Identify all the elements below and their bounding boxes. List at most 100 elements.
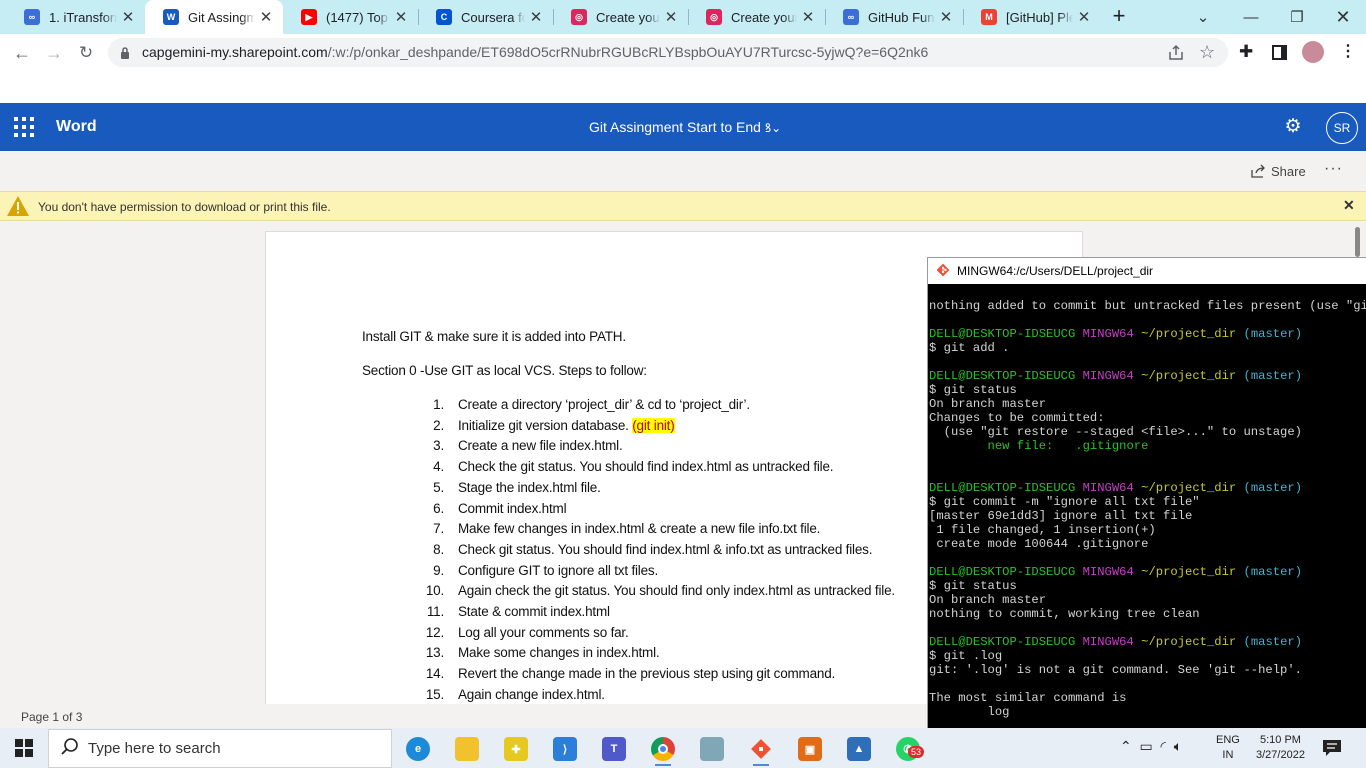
taskbar-chrome[interactable] [643, 732, 683, 766]
terminal-line: (use "git restore --staged <file>..." to… [929, 425, 1302, 439]
settings-gear-icon[interactable]: ⚙ [1283, 117, 1303, 137]
dismiss-warning-icon[interactable]: ✕ [1343, 197, 1355, 214]
lock-icon[interactable] [120, 46, 130, 60]
taskbar-photos[interactable]: ▲ [839, 732, 879, 766]
taskbar-edge[interactable]: e [398, 732, 438, 766]
step-text: Make some changes in index.html. [458, 645, 660, 660]
step-number: 5. [433, 480, 444, 495]
step-number: 14. [425, 666, 444, 681]
search-placeholder: Type here to search [88, 740, 221, 757]
terminal-line: On branch master [929, 397, 1047, 411]
bookmark-star-icon[interactable]: ☆ [1199, 42, 1215, 63]
taskbar-teams-addin[interactable]: ✚ [496, 732, 536, 766]
url-path: /:w:/p/onkar_deshpande/ET698dO5crRNubrRG… [327, 44, 929, 60]
browser-tab[interactable]: C Coursera for✕ [418, 0, 553, 34]
close-tab-icon[interactable]: ✕ [660, 8, 682, 26]
terminal-line: nothing added to commit but untracked fi… [929, 299, 1366, 313]
step-text: Log all your comments so far. [458, 625, 629, 640]
taskbar-onedrive-app[interactable] [692, 732, 732, 766]
start-button[interactable] [0, 728, 48, 768]
volume-icon[interactable]: 🔈︎ [1174, 738, 1182, 754]
terminal-line: $ git commit -m "ignore all txt file" [929, 495, 1200, 509]
close-tab-icon[interactable]: ✕ [1073, 8, 1095, 26]
close-tab-icon[interactable]: ✕ [117, 8, 139, 26]
tab-title: 1. iTransform [49, 9, 117, 25]
gmail-icon: M [981, 9, 997, 25]
share-page-icon[interactable] [1167, 44, 1185, 62]
taskbar-file-explorer[interactable] [447, 732, 487, 766]
browser-tab[interactable]: M [GitHub] Plea✕ [963, 0, 1101, 34]
step-number: 7. [433, 521, 444, 536]
word-icon: W [163, 9, 179, 25]
share-button[interactable]: Share [1250, 163, 1306, 179]
close-tab-icon[interactable]: ✕ [935, 8, 957, 26]
wifi-icon[interactable]: ◜ [1161, 738, 1166, 754]
share-icon [1251, 164, 1265, 178]
terminal-line: git: '.log' is not a git command. See 'g… [929, 663, 1302, 677]
close-tab-icon[interactable]: ✕ [255, 8, 277, 26]
close-window-button[interactable]: ✕ [1320, 0, 1366, 34]
language-indicator[interactable]: ENG IN [1216, 733, 1240, 763]
new-tab-button[interactable]: + [1106, 5, 1132, 29]
close-tab-icon[interactable]: ✕ [525, 8, 547, 26]
notification-center-icon[interactable] [1322, 739, 1342, 757]
battery-icon[interactable]: ▭ [1140, 738, 1153, 754]
step-number: 6. [433, 501, 444, 516]
step-text-body: Initialize git version database. [458, 418, 633, 433]
more-options-button[interactable]: ··· [1324, 160, 1343, 178]
close-tab-icon[interactable]: ✕ [390, 8, 412, 26]
reload-icon[interactable]: ↻ [73, 41, 99, 65]
search-icon [60, 737, 80, 762]
browser-menu-icon[interactable]: ⋮ [1340, 41, 1356, 61]
teams-icon: T [602, 737, 626, 761]
taskbar-git[interactable] [741, 732, 781, 766]
page-count: Page 1 of 3 [21, 710, 83, 724]
step-text: Revert the change made in the previous s… [458, 666, 835, 681]
step-number: 13. [425, 645, 444, 660]
taskbar-vscode[interactable]: ⟩ [545, 732, 585, 766]
app-name[interactable]: Word [56, 118, 97, 136]
step-text-body: Create a directory ‘project_dir’ & cd to… [458, 397, 750, 412]
folder-icon [455, 737, 479, 761]
tab-title: Create your a [596, 9, 660, 25]
taskbar-whatsapp[interactable]: ✆53 [888, 732, 928, 766]
step-text: Commit index.html [458, 501, 567, 516]
side-panel-icon[interactable] [1272, 45, 1287, 60]
url-text[interactable]: capgemini-my.sharepoint.com/:w:/p/onkar_… [142, 44, 928, 60]
profile-avatar[interactable] [1302, 41, 1324, 63]
step-text-body: Again check the git status. You should f… [458, 583, 895, 598]
minimize-button[interactable]: — [1228, 0, 1274, 34]
scrollbar-thumb[interactable] [1355, 227, 1360, 257]
close-tab-icon[interactable]: ✕ [797, 8, 819, 26]
taskbar-clock[interactable]: 5:10 PM 3/27/2022 [1256, 733, 1305, 763]
vscode-icon: ⟩ [553, 737, 577, 761]
browser-tab[interactable]: ∞ GitHub Funda✕ [825, 0, 963, 34]
forward-icon[interactable]: → [41, 41, 67, 65]
link-icon: ∞ [24, 9, 40, 25]
back-icon[interactable]: ← [9, 41, 35, 65]
youtube-icon: ▶ [301, 9, 317, 25]
tab-title: Create your a [731, 9, 797, 25]
terminal-output[interactable]: nothing added to commit but untracked fi… [929, 299, 1366, 725]
tab-search-icon[interactable]: ⌄ [1180, 0, 1226, 34]
document-title[interactable]: Git Assingment Start to End ꝸ⌄ [589, 119, 781, 136]
browser-tab[interactable]: ◎ Create your a✕ [553, 0, 688, 34]
tab-title: (1477) Top 50 [326, 9, 390, 25]
system-tray[interactable]: ⌃ ▭ ◜ 🔈︎ [1120, 738, 1182, 755]
terminal-line: log [929, 705, 1010, 719]
extensions-icon[interactable]: ✚ [1239, 42, 1253, 62]
restore-button[interactable]: ❐ [1274, 0, 1320, 34]
lang-code: ENG [1216, 734, 1240, 746]
browser-tab[interactable]: ∞ 1. iTransform✕ [6, 0, 145, 34]
app-launcher-icon[interactable] [14, 117, 34, 137]
chevron-up-icon[interactable]: ⌃ [1120, 738, 1132, 754]
taskbar-teams[interactable]: T [594, 732, 634, 766]
taskbar-office[interactable]: ▣ [790, 732, 830, 766]
browser-tab[interactable]: W Git Assingme✕ [145, 0, 283, 34]
link-icon: ∞ [843, 9, 859, 25]
step-text-body: Configure GIT to ignore all txt files. [458, 563, 658, 578]
terminal-line: On branch master [929, 593, 1047, 607]
browser-tab[interactable]: ◎ Create your a✕ [688, 0, 825, 34]
browser-tab[interactable]: ▶ (1477) Top 50✕ [283, 0, 418, 34]
user-avatar[interactable]: SR [1326, 112, 1358, 144]
